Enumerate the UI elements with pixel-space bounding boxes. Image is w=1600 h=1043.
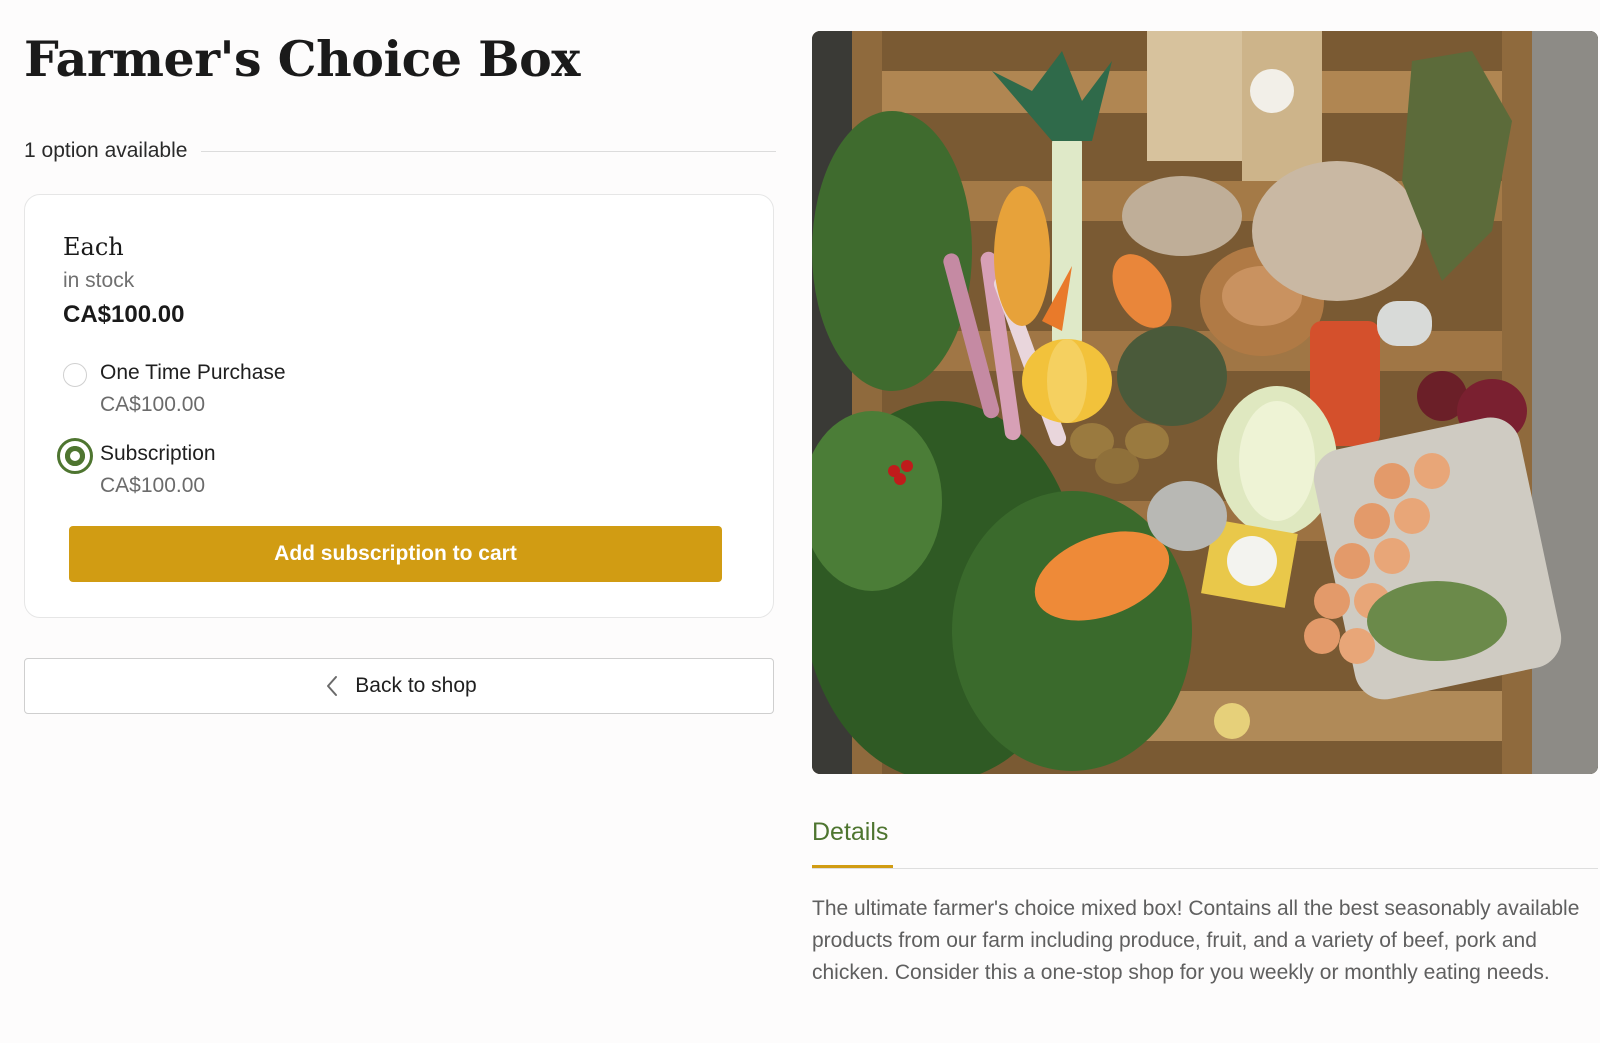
one-time-purchase-option[interactable]: One Time Purchase CA$100.00 (63, 361, 703, 423)
details-tabs: Details (812, 816, 1598, 869)
options-available-label: 1 option available (24, 139, 188, 162)
option-price: CA$100.00 (100, 393, 206, 416)
product-description: The ultimate farmer's choice mixed box! … (812, 897, 1580, 984)
option-label: One Time Purchase (100, 361, 286, 384)
option-price: CA$100.00 (100, 474, 206, 497)
back-to-shop-button[interactable]: Back to shop (24, 658, 774, 714)
product-page: Farmer's Choice Box 1 option available E… (0, 0, 1600, 1043)
product-title: Farmer's Choice Box (24, 30, 580, 88)
variant-price: CA$100.00 (63, 301, 185, 328)
subscription-option[interactable]: Subscription CA$100.00 (57, 438, 703, 504)
active-tab-indicator (812, 865, 893, 868)
option-label: Subscription (100, 442, 216, 465)
product-image[interactable] (812, 31, 1598, 774)
one-time-purchase-radio[interactable] (63, 363, 87, 387)
tab-details-label: Details (812, 818, 889, 846)
tab-details[interactable]: Details (812, 816, 888, 866)
stock-status: in stock (63, 269, 135, 292)
subscription-radio[interactable] (57, 438, 93, 474)
variant-card: Each in stock CA$100.00 One Time Purchas… (24, 194, 774, 618)
add-subscription-to-cart-button[interactable]: Add subscription to cart (69, 526, 722, 582)
variant-name: Each (63, 233, 124, 261)
options-header: 1 option available (24, 138, 776, 164)
divider (201, 150, 776, 152)
chevron-left-icon (321, 674, 345, 698)
back-to-shop-label: Back to shop (355, 674, 477, 697)
